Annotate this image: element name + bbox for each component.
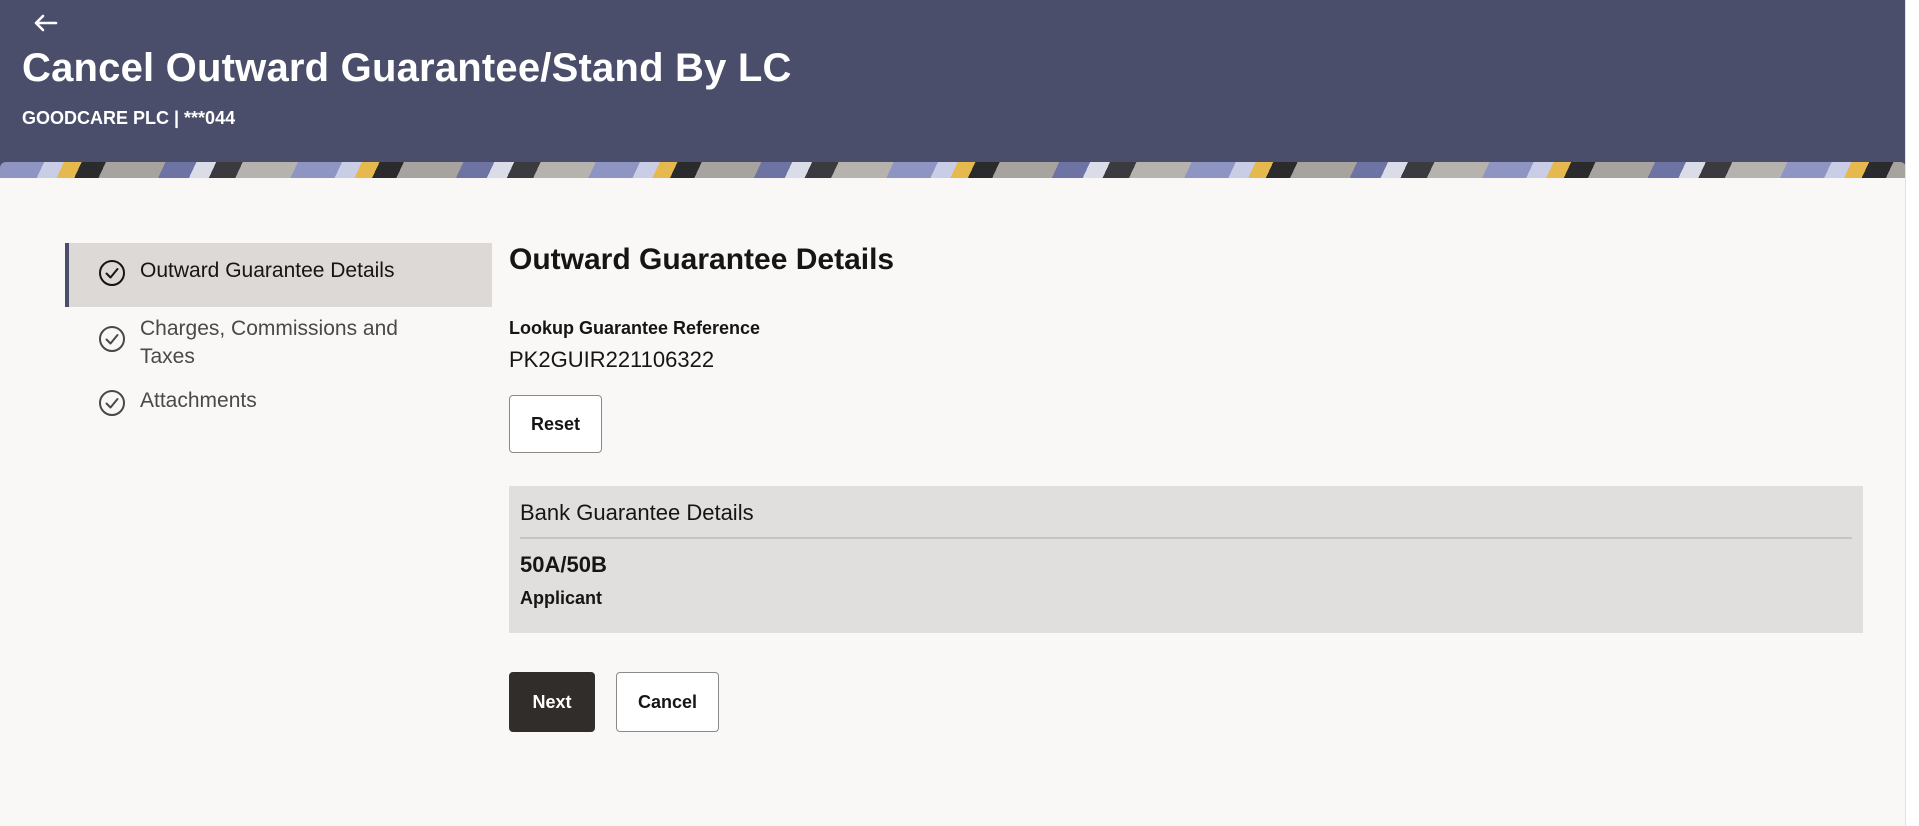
main-content: Outward Guarantee Details Lookup Guarant… — [509, 243, 1863, 732]
step-label: Attachments — [140, 389, 257, 412]
back-button[interactable] — [30, 8, 60, 38]
arrow-left-icon — [34, 14, 58, 32]
step-outward-guarantee-details[interactable]: Outward Guarantee Details — [65, 243, 492, 307]
check-circle-icon — [99, 326, 125, 352]
panel-title: Bank Guarantee Details — [520, 500, 754, 525]
reset-button[interactable]: Reset — [509, 395, 602, 453]
step-charges-commissions-taxes[interactable]: Charges, Commissions and Taxes — [65, 307, 492, 379]
party-code: 50A/50B — [520, 552, 607, 577]
scrollbar[interactable] — [1905, 0, 1919, 826]
section-title: Outward Guarantee Details — [509, 243, 895, 276]
check-circle-icon — [99, 260, 125, 286]
page-header: Cancel Outward Guarantee/Stand By LC GOO… — [0, 0, 1906, 178]
check-circle-icon — [99, 390, 125, 416]
account-subtitle: GOODCARE PLC | ***044 — [22, 108, 236, 128]
lookup-reference-label: Lookup Guarantee Reference — [509, 318, 761, 338]
cancel-button[interactable]: Cancel — [616, 672, 719, 732]
page: Cancel Outward Guarantee/Stand By LC GOO… — [0, 0, 1906, 826]
step-attachments[interactable]: Attachments — [65, 379, 492, 433]
next-button[interactable]: Next — [509, 672, 595, 732]
step-label-line2: Taxes — [140, 345, 195, 368]
step-navigation: Outward Guarantee Details Charges, Commi… — [65, 243, 492, 433]
step-label: Outward Guarantee Details — [140, 259, 395, 282]
step-label-line1: Charges, Commissions and — [140, 317, 398, 340]
page-title: Cancel Outward Guarantee/Stand By LC — [22, 46, 792, 90]
bank-guarantee-details-panel: Bank Guarantee Details 50A/50B Applicant — [509, 486, 1863, 633]
divider — [520, 537, 1852, 539]
decorative-banner — [0, 162, 1906, 178]
lookup-reference-value: PK2GUIR221106322 — [509, 347, 715, 372]
step-label: Charges, Commissions and Taxes — [140, 315, 398, 371]
party-role: Applicant — [520, 588, 603, 608]
